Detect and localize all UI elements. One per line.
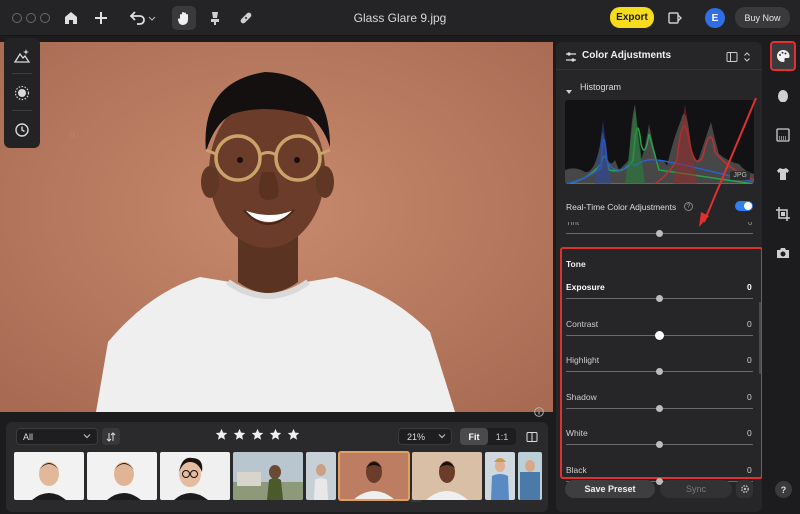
face-icon[interactable] bbox=[773, 86, 793, 106]
zoom-select-value: 21% bbox=[407, 431, 426, 442]
slider-value-white: 0 bbox=[747, 428, 752, 438]
right-tool-rail: ? bbox=[766, 36, 800, 514]
zoom-mode-group: Fit 1:1 bbox=[460, 428, 516, 445]
stamp-icon[interactable] bbox=[203, 6, 227, 30]
crop-icon[interactable] bbox=[773, 204, 793, 224]
adjustments-panel: Color Adjustments Histogram JPG Real-Tim… bbox=[556, 42, 762, 512]
gradient-icon[interactable] bbox=[773, 125, 793, 145]
panel-toggle-icon[interactable] bbox=[663, 6, 687, 30]
help-button[interactable]: ? bbox=[775, 481, 792, 498]
histogram-chart: JPG bbox=[565, 100, 754, 184]
mountain-sparkle-icon[interactable] bbox=[12, 46, 32, 66]
star-icon[interactable] bbox=[233, 428, 246, 441]
tool-panel bbox=[4, 38, 40, 148]
photo-canvas[interactable]: ⓒ bbox=[0, 42, 553, 412]
thumbnail-selected[interactable] bbox=[338, 451, 410, 501]
slider-knob-shadow[interactable] bbox=[656, 404, 663, 412]
sync-button[interactable]: Sync bbox=[660, 480, 732, 498]
tint-slider-knob[interactable] bbox=[656, 230, 663, 237]
filter-select-value: All bbox=[23, 431, 34, 442]
svg-text:ⓒ: ⓒ bbox=[70, 130, 78, 139]
star-icon[interactable] bbox=[215, 428, 228, 441]
help-circle-icon[interactable]: ? bbox=[684, 202, 693, 211]
slider-value-contrast: 0 bbox=[747, 318, 752, 329]
disclosure-triangle-icon[interactable] bbox=[565, 83, 573, 101]
zoom-select[interactable]: 21% bbox=[398, 428, 452, 445]
home-icon[interactable] bbox=[59, 6, 83, 30]
star-icon[interactable] bbox=[269, 428, 282, 441]
tint-label: Tint bbox=[566, 218, 580, 227]
star-rating[interactable] bbox=[215, 428, 300, 441]
slider-label-contrast: Contrast bbox=[566, 318, 599, 329]
title-bar: Glass Glare 9.jpg Export E Buy Now bbox=[0, 0, 800, 36]
bandage-icon[interactable] bbox=[234, 6, 258, 30]
window-close-button[interactable] bbox=[12, 13, 22, 23]
filmstrip: All 21% Fit 1:1 bbox=[6, 422, 548, 512]
sliders-icon bbox=[565, 50, 577, 68]
slider-value-shadow: 0 bbox=[747, 391, 752, 402]
one-to-one-button[interactable]: 1:1 bbox=[488, 428, 516, 445]
slider-value-exposure: 0 bbox=[747, 282, 752, 292]
shirt-icon[interactable] bbox=[773, 164, 793, 184]
chevron-updown-icon[interactable] bbox=[743, 50, 751, 68]
hand-icon[interactable] bbox=[172, 6, 196, 30]
history-icon[interactable] bbox=[12, 120, 32, 140]
slider-knob-exposure[interactable] bbox=[656, 295, 663, 302]
export-button[interactable]: Export bbox=[610, 7, 654, 28]
slider-label-highlight: Highlight bbox=[566, 355, 600, 365]
palette-icon[interactable] bbox=[770, 41, 796, 71]
slider-label-shadow: Shadow bbox=[566, 391, 597, 402]
layout-icon[interactable] bbox=[726, 50, 738, 68]
panel-title: Color Adjustments bbox=[582, 50, 672, 61]
chevron-down-icon bbox=[83, 432, 91, 442]
slider-label-white: White bbox=[566, 428, 588, 438]
tint-value: 0 bbox=[748, 218, 753, 227]
app-window: Glass Glare 9.jpg Export E Buy Now ⓒ All… bbox=[0, 0, 800, 514]
buy-now-button[interactable]: Buy Now bbox=[735, 7, 790, 28]
portrait-photo: ⓒ bbox=[0, 42, 553, 412]
compare-icon[interactable] bbox=[523, 428, 541, 445]
thumbnail[interactable] bbox=[233, 452, 303, 500]
thumbnail[interactable] bbox=[160, 452, 230, 500]
format-badge: JPG bbox=[730, 171, 750, 180]
slider-knob-white[interactable] bbox=[656, 441, 663, 448]
slider-knob-highlight[interactable] bbox=[656, 368, 663, 375]
slider-knob-contrast[interactable] bbox=[655, 330, 664, 340]
slider-value-black: 0 bbox=[747, 464, 752, 475]
undo-icon[interactable] bbox=[127, 6, 157, 30]
chevron-down-icon bbox=[438, 432, 446, 442]
user-avatar[interactable]: E bbox=[705, 8, 725, 28]
panel-scrollbar[interactable] bbox=[759, 302, 761, 374]
plus-icon[interactable] bbox=[89, 6, 113, 30]
fit-button[interactable]: Fit bbox=[460, 428, 488, 445]
thumbnail[interactable] bbox=[412, 452, 482, 500]
camera-icon[interactable] bbox=[773, 243, 793, 263]
window-minimize-button[interactable] bbox=[26, 13, 36, 23]
thumbnail[interactable] bbox=[485, 452, 515, 500]
save-preset-button[interactable]: Save Preset bbox=[565, 480, 655, 498]
filter-select[interactable]: All bbox=[16, 428, 98, 445]
info-icon[interactable] bbox=[534, 404, 544, 422]
realtime-toggle[interactable] bbox=[735, 201, 753, 211]
slider-label-black: Black bbox=[566, 464, 587, 475]
realtime-label: Real-Time Color Adjustments bbox=[566, 202, 677, 212]
sort-icon[interactable] bbox=[102, 428, 120, 445]
window-zoom-button[interactable] bbox=[40, 13, 50, 23]
slider-label-exposure: Exposure bbox=[566, 282, 605, 292]
histogram-header: Histogram bbox=[580, 82, 622, 92]
thumbnail[interactable] bbox=[518, 452, 542, 500]
star-icon[interactable] bbox=[251, 428, 264, 441]
tone-section-title: Tone bbox=[566, 259, 586, 269]
panel-header: Color Adjustments bbox=[556, 42, 762, 70]
slider-value-highlight: 0 bbox=[747, 355, 752, 365]
sun-icon[interactable] bbox=[12, 83, 32, 103]
star-icon[interactable] bbox=[287, 428, 300, 441]
thumbnail[interactable] bbox=[14, 452, 84, 500]
thumbnail[interactable] bbox=[87, 452, 157, 500]
thumbnail[interactable] bbox=[306, 452, 336, 500]
gear-icon[interactable] bbox=[736, 480, 753, 498]
